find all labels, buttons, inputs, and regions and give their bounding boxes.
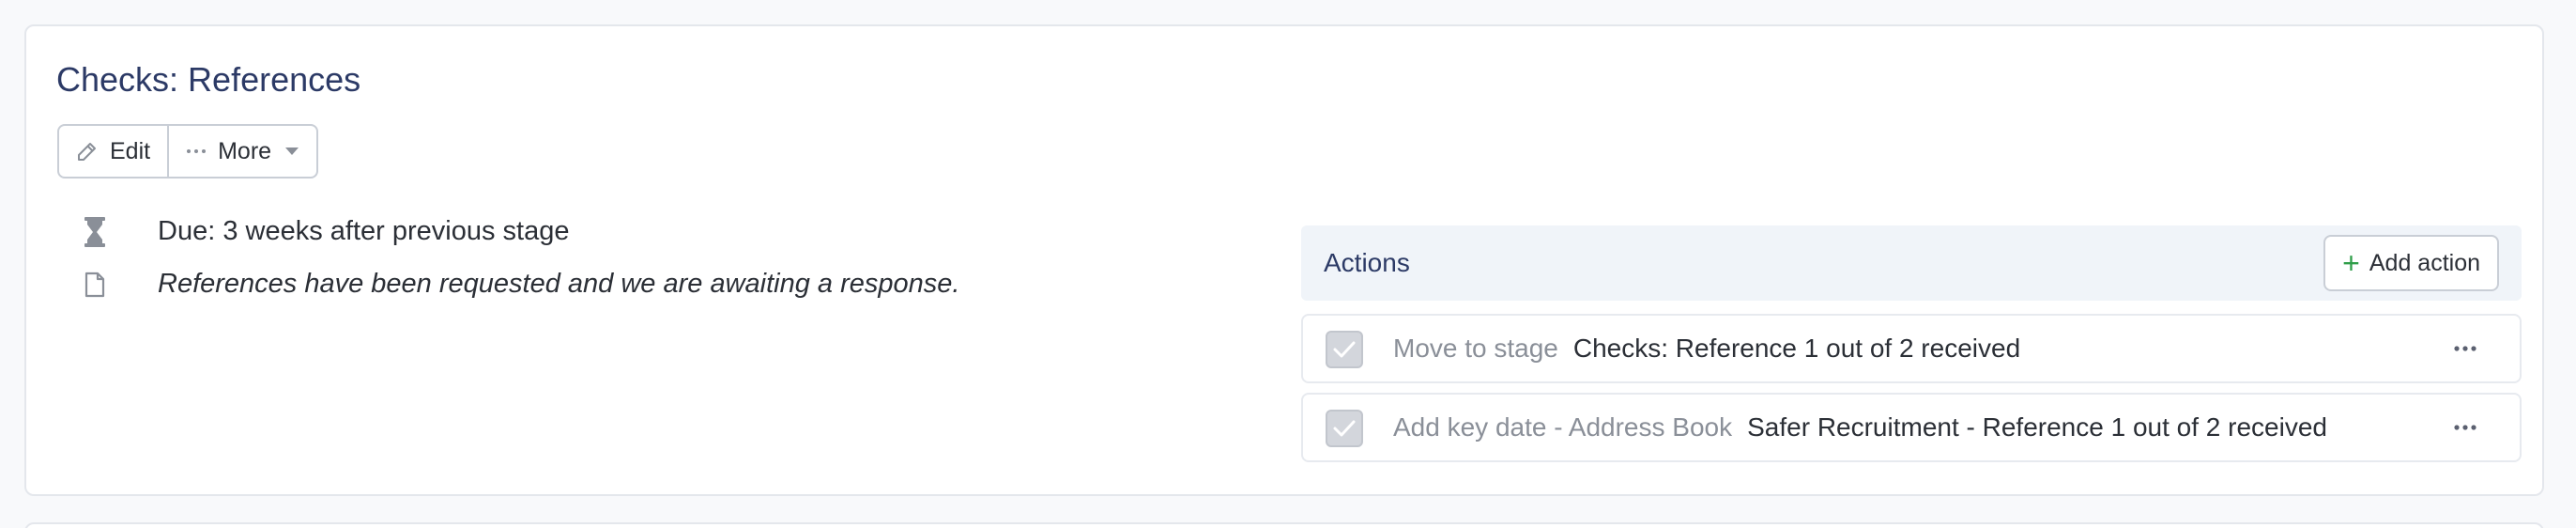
due-text: Due: 3 weeks after previous stage xyxy=(158,216,570,246)
document-icon xyxy=(73,272,116,298)
actions-header: Actions + Add action xyxy=(1301,225,2522,301)
action-type: Add key date - Address Book xyxy=(1393,412,1733,442)
actions-title: Actions xyxy=(1324,248,1410,277)
add-action-button[interactable]: + Add action xyxy=(2323,235,2499,291)
stage-card: Checks: References Edit More Due: 3 week… xyxy=(24,24,2544,496)
action-checkbox[interactable] xyxy=(1326,410,1363,447)
checkmark-icon xyxy=(1333,420,1356,437)
caret-down-icon xyxy=(284,147,299,156)
plus-icon: + xyxy=(2342,246,2360,280)
ellipsis-icon xyxy=(186,148,207,155)
action-row: Add key date - Address Book Safer Recrui… xyxy=(1301,393,2522,462)
note-row: References have been requested and we ar… xyxy=(73,269,959,300)
row-menu-button[interactable] xyxy=(2446,412,2484,443)
pencil-icon xyxy=(76,140,99,163)
action-row: Move to stage Checks: Reference 1 out of… xyxy=(1301,314,2522,383)
page-title: Checks: References xyxy=(56,60,361,99)
action-type: Move to stage xyxy=(1393,334,1558,363)
due-row: Due: 3 weeks after previous stage xyxy=(73,216,569,247)
ellipsis-icon xyxy=(2454,346,2476,351)
add-action-label: Add action xyxy=(2369,249,2480,276)
hourglass-icon xyxy=(73,216,116,247)
more-button-label: More xyxy=(218,137,272,164)
checkmark-icon xyxy=(1333,341,1356,358)
toolbar: Edit More xyxy=(57,124,319,179)
next-stage-card xyxy=(24,522,2544,528)
edit-button[interactable]: Edit xyxy=(59,126,167,177)
action-value: Safer Recruitment - Reference 1 out of 2… xyxy=(1747,412,2327,442)
edit-button-label: Edit xyxy=(110,137,151,164)
note-text: References have been requested and we ar… xyxy=(158,269,960,299)
more-button[interactable]: More xyxy=(167,126,316,177)
action-checkbox[interactable] xyxy=(1326,331,1363,368)
action-value: Checks: Reference 1 out of 2 received xyxy=(1572,334,2021,363)
ellipsis-icon xyxy=(2454,425,2476,430)
row-menu-button[interactable] xyxy=(2446,333,2484,365)
